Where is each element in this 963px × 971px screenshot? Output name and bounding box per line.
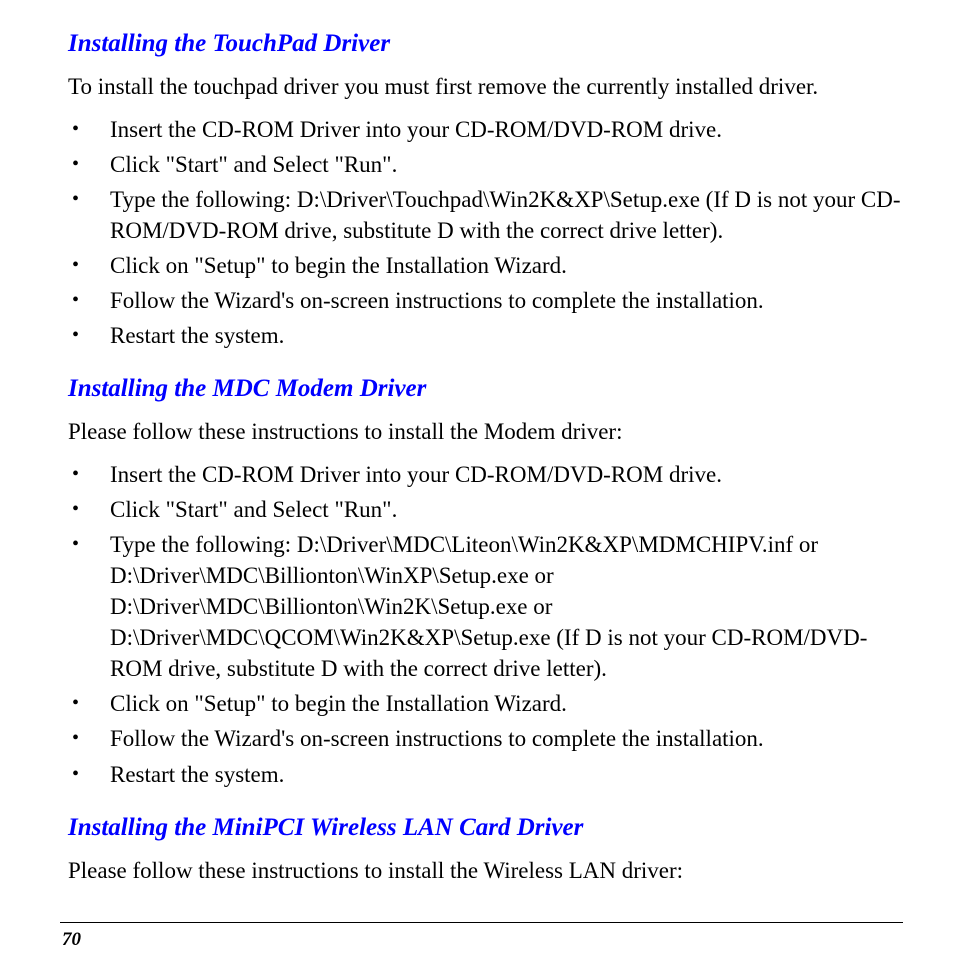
bullet-icon: • — [68, 759, 110, 790]
bullet-icon: • — [68, 494, 110, 525]
bullet-icon: • — [68, 184, 110, 215]
list-item: •Click "Start" and Select "Run". — [68, 149, 903, 180]
bullet-icon: • — [68, 529, 110, 560]
section-intro: Please follow these instructions to inst… — [68, 856, 903, 886]
section-heading: Installing the MDC Modem Driver — [68, 375, 903, 403]
section-heading: Installing the TouchPad Driver — [68, 30, 903, 58]
list-item: •Follow the Wizard's on-screen instructi… — [68, 723, 903, 754]
bullet-icon: • — [68, 285, 110, 316]
list-item-text: Click on "Setup" to begin the Installati… — [110, 250, 903, 281]
list-item: •Click "Start" and Select "Run". — [68, 494, 903, 525]
list-item-text: Click on "Setup" to begin the Installati… — [110, 688, 903, 719]
page-number: 70 — [62, 929, 81, 951]
bullet-icon: • — [68, 320, 110, 351]
list-item: •Click on "Setup" to begin the Installat… — [68, 250, 903, 281]
bullet-icon: • — [68, 114, 110, 145]
bullet-icon: • — [68, 688, 110, 719]
list-item-text: Restart the system. — [110, 759, 903, 790]
document-page: Installing the TouchPad Driver To instal… — [68, 30, 903, 885]
section-intro: To install the touchpad driver you must … — [68, 72, 903, 102]
bullet-icon: • — [68, 459, 110, 490]
list-item-text: Insert the CD-ROM Driver into your CD-RO… — [110, 114, 903, 145]
list-item-text: Follow the Wizard's on-screen instructio… — [110, 723, 903, 754]
bullet-icon: • — [68, 149, 110, 180]
list-item: •Click on "Setup" to begin the Installat… — [68, 688, 903, 719]
list-item-text: Type the following: D:\Driver\MDC\Liteon… — [110, 529, 903, 684]
list-item-text: Restart the system. — [110, 320, 903, 351]
list-item: •Insert the CD-ROM Driver into your CD-R… — [68, 459, 903, 490]
instruction-list: •Insert the CD-ROM Driver into your CD-R… — [68, 114, 903, 351]
list-item: •Restart the system. — [68, 759, 903, 790]
list-item-text: Click "Start" and Select "Run". — [110, 149, 903, 180]
list-item-text: Type the following: D:\Driver\Touchpad\W… — [110, 184, 903, 246]
footer-divider — [60, 922, 903, 923]
list-item-text: Follow the Wizard's on-screen instructio… — [110, 285, 903, 316]
list-item-text: Click "Start" and Select "Run". — [110, 494, 903, 525]
bullet-icon: • — [68, 250, 110, 281]
list-item: •Insert the CD-ROM Driver into your CD-R… — [68, 114, 903, 145]
list-item-text: Insert the CD-ROM Driver into your CD-RO… — [110, 459, 903, 490]
list-item: •Type the following: D:\Driver\Touchpad\… — [68, 184, 903, 246]
section-intro: Please follow these instructions to inst… — [68, 417, 903, 447]
instruction-list: •Insert the CD-ROM Driver into your CD-R… — [68, 459, 903, 789]
list-item: •Follow the Wizard's on-screen instructi… — [68, 285, 903, 316]
section-heading: Installing the MiniPCI Wireless LAN Card… — [68, 814, 903, 842]
list-item: •Restart the system. — [68, 320, 903, 351]
bullet-icon: • — [68, 723, 110, 754]
list-item: •Type the following: D:\Driver\MDC\Liteo… — [68, 529, 903, 684]
